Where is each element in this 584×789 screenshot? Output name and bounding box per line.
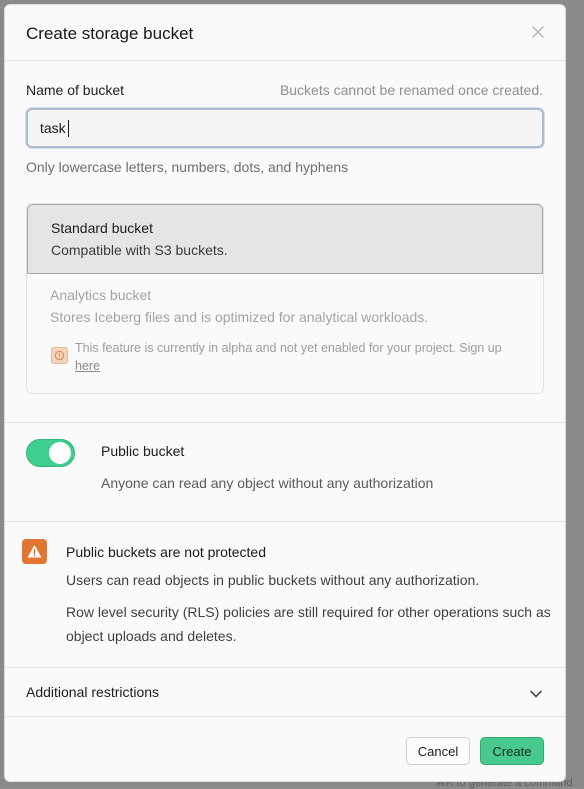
warning-title: Public buckets are not protected <box>66 544 267 560</box>
alpha-note-text: This feature is currently in alpha and n… <box>75 341 502 355</box>
section-divider <box>5 422 565 423</box>
dialog-header: Create storage bucket <box>5 5 565 61</box>
bucket-name-hint: Buckets cannot be renamed once created. <box>279 82 543 98</box>
chevron-down-icon <box>529 686 543 704</box>
warning-line-2: Row level security (RLS) policies are st… <box>66 604 551 644</box>
dialog-footer: Cancel Create <box>5 717 565 781</box>
public-bucket-toggle[interactable] <box>26 439 75 467</box>
warning-line-1: Users can read objects in public buckets… <box>66 572 480 588</box>
public-bucket-label: Public bucket <box>101 443 185 459</box>
public-bucket-description: Anyone can read any object without any a… <box>101 475 434 491</box>
standard-bucket-description: Compatible with S3 buckets. <box>51 242 228 258</box>
additional-restrictions-label: Additional restrictions <box>26 684 160 700</box>
alpha-note: This feature is currently in alpha and n… <box>75 339 525 375</box>
dialog-title: Create storage bucket <box>26 24 194 43</box>
standard-bucket-title: Standard bucket <box>51 220 153 236</box>
bucket-name-input[interactable] <box>26 108 544 148</box>
create-bucket-dialog: Create storage bucket Name of bucket Buc… <box>4 4 566 782</box>
bucket-type-selector: Standard bucket Compatible with S3 bucke… <box>26 203 544 394</box>
analytics-bucket-description: Stores Iceberg files and is optimized fo… <box>50 309 429 325</box>
analytics-bucket-title: Analytics bucket <box>50 287 152 303</box>
standard-bucket-option[interactable]: Standard bucket Compatible with S3 bucke… <box>27 204 543 274</box>
additional-restrictions-toggle[interactable]: Additional restrictions <box>5 668 565 716</box>
toggle-knob <box>49 442 71 464</box>
cancel-button[interactable]: Cancel <box>406 737 470 765</box>
info-icon <box>51 347 68 364</box>
create-button[interactable]: Create <box>480 737 544 765</box>
text-cursor <box>68 120 69 137</box>
section-divider <box>5 521 565 522</box>
bucket-name-label: Name of bucket <box>26 82 125 98</box>
close-icon[interactable] <box>529 23 547 41</box>
bucket-name-help: Only lowercase letters, numbers, dots, a… <box>26 159 349 175</box>
warning-icon <box>22 539 47 564</box>
sign-up-link[interactable]: here <box>75 359 100 373</box>
analytics-bucket-option: Analytics bucket Stores Iceberg files an… <box>27 274 543 393</box>
